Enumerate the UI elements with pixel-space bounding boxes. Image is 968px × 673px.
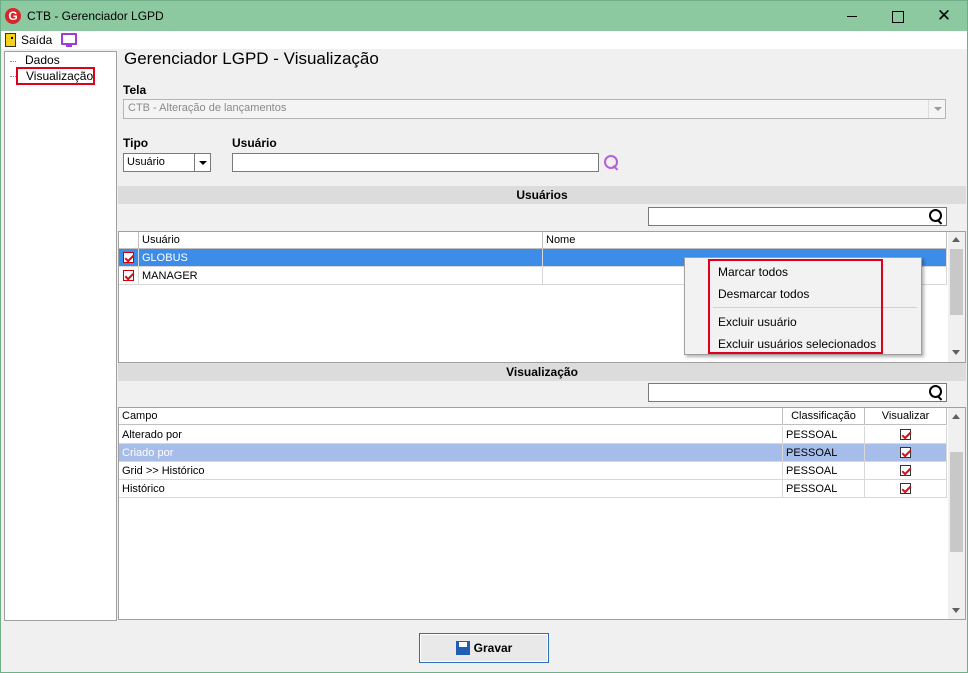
users-scrollbar[interactable] bbox=[948, 232, 965, 362]
table-cell-visualizar[interactable] bbox=[865, 462, 947, 480]
users-filter-input[interactable] bbox=[648, 207, 947, 226]
title-bar[interactable]: G CTB - Gerenciador LGPD ✕ bbox=[1, 1, 967, 31]
tela-label: Tela bbox=[123, 83, 147, 97]
table-cell-classificacao[interactable]: PESSOAL bbox=[783, 444, 865, 462]
tree-connector bbox=[10, 61, 16, 62]
exit-menu-item[interactable]: Saída bbox=[21, 33, 52, 47]
app-window: G CTB - Gerenciador LGPD ✕ Saída Dados V… bbox=[0, 0, 968, 673]
table-row[interactable]: MANAGER bbox=[139, 267, 543, 285]
scroll-thumb[interactable] bbox=[950, 452, 963, 552]
chevron-down-icon[interactable] bbox=[194, 154, 210, 171]
table-row-check[interactable] bbox=[119, 267, 139, 285]
exit-door-icon[interactable] bbox=[5, 33, 16, 47]
page-title: Gerenciador LGPD - Visualização bbox=[124, 49, 379, 68]
usuario-label: Usuário bbox=[232, 136, 277, 150]
checkbox[interactable] bbox=[123, 252, 134, 263]
table-cell-visualizar[interactable] bbox=[865, 426, 947, 444]
view-filter-input[interactable] bbox=[648, 383, 947, 402]
app-logo-icon: G bbox=[5, 8, 21, 24]
view-section-header: Visualização bbox=[118, 363, 966, 381]
table-row[interactable]: GLOBUS bbox=[139, 249, 543, 267]
search-icon[interactable] bbox=[929, 385, 943, 399]
grid-header-check bbox=[119, 232, 139, 249]
scroll-up-icon[interactable] bbox=[952, 414, 960, 419]
floppy-disk-icon bbox=[455, 641, 470, 655]
highlight-box bbox=[708, 259, 883, 354]
checkbox[interactable] bbox=[123, 270, 134, 281]
tela-select-value: CTB - Alteração de lançamentos bbox=[128, 102, 287, 114]
table-cell-classificacao[interactable]: PESSOAL bbox=[783, 462, 865, 480]
window-title: CTB - Gerenciador LGPD bbox=[27, 9, 164, 23]
checkbox[interactable] bbox=[900, 447, 911, 458]
tela-select[interactable]: CTB - Alteração de lançamentos bbox=[123, 99, 946, 119]
table-row[interactable]: Grid >> Histórico bbox=[119, 462, 783, 480]
scroll-up-icon[interactable] bbox=[952, 237, 960, 242]
tipo-select[interactable]: Usuário bbox=[123, 153, 211, 172]
users-section-header: Usuários bbox=[118, 186, 966, 204]
table-cell-classificacao[interactable]: PESSOAL bbox=[783, 480, 865, 498]
tree-item-visualizacao[interactable]: Visualização bbox=[16, 67, 95, 85]
chevron-down-icon[interactable] bbox=[928, 100, 945, 118]
search-icon[interactable] bbox=[603, 154, 621, 172]
maximize-button[interactable] bbox=[875, 1, 921, 31]
grid-header-nome[interactable]: Nome bbox=[543, 232, 947, 249]
scroll-down-icon[interactable] bbox=[952, 350, 960, 355]
checkbox[interactable] bbox=[900, 483, 911, 494]
view-scrollbar[interactable] bbox=[948, 408, 965, 619]
table-row[interactable]: Alterado por bbox=[119, 426, 783, 444]
minimize-button[interactable] bbox=[829, 1, 875, 31]
table-row-check[interactable] bbox=[119, 249, 139, 267]
tipo-label: Tipo bbox=[123, 136, 149, 150]
search-icon[interactable] bbox=[929, 209, 943, 223]
tipo-select-value: Usuário bbox=[127, 156, 165, 168]
grid-header-visualizar[interactable]: Visualizar bbox=[865, 408, 947, 425]
tree-item-dados[interactable]: Dados bbox=[23, 53, 62, 67]
grid-header-campo[interactable]: Campo bbox=[119, 408, 783, 425]
checkbox[interactable] bbox=[900, 465, 911, 476]
menu-bar: Saída bbox=[1, 31, 967, 49]
table-cell-visualizar[interactable] bbox=[865, 444, 947, 462]
monitor-icon[interactable] bbox=[61, 33, 77, 47]
grid-header-usuario[interactable]: Usuário bbox=[139, 232, 543, 249]
navigation-tree: Dados Visualização bbox=[4, 51, 117, 621]
usuario-input[interactable] bbox=[232, 153, 599, 172]
view-grid: Campo Classificação Visualizar Alterado … bbox=[118, 407, 966, 620]
checkbox[interactable] bbox=[900, 429, 911, 440]
grid-header-classificacao[interactable]: Classificação bbox=[783, 408, 865, 425]
save-button[interactable]: Gravar bbox=[419, 633, 549, 663]
scroll-down-icon[interactable] bbox=[952, 608, 960, 613]
table-cell-classificacao[interactable]: PESSOAL bbox=[783, 426, 865, 444]
scroll-thumb[interactable] bbox=[950, 249, 963, 315]
save-button-label: Gravar bbox=[473, 641, 513, 655]
close-button[interactable]: ✕ bbox=[921, 1, 967, 31]
table-row[interactable]: Histórico bbox=[119, 480, 783, 498]
table-cell-visualizar[interactable] bbox=[865, 480, 947, 498]
table-row[interactable]: Criado por bbox=[119, 444, 783, 462]
